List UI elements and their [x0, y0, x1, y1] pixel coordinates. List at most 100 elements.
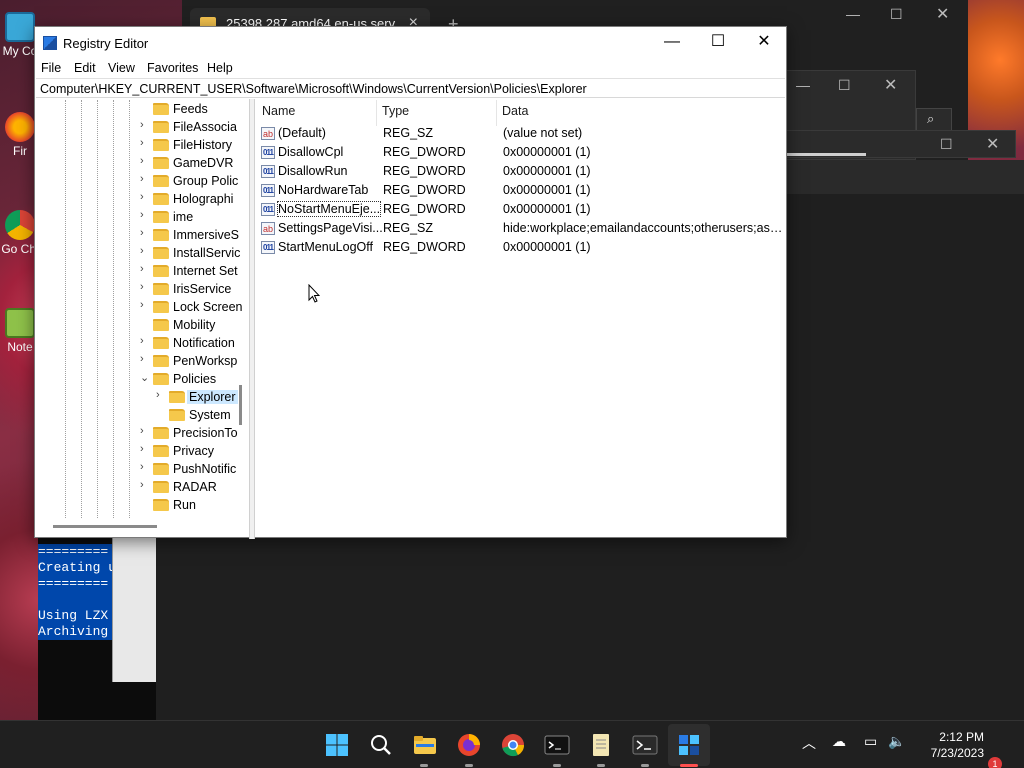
chevron-right-icon[interactable]: › [140, 227, 150, 239]
values-list[interactable]: Name Type Data ab (Default) REG_SZ (value n… [256, 100, 786, 537]
file-explorer-icon[interactable] [412, 732, 438, 758]
registry-editor-icon [43, 36, 57, 50]
folder-icon [153, 301, 169, 313]
menu-view[interactable]: View [108, 61, 135, 75]
chevron-right-icon[interactable]: › [140, 155, 150, 167]
maximize-icon[interactable]: ☐ [940, 136, 953, 153]
clock[interactable]: 2:12 PM 7/23/2023 [912, 729, 984, 761]
start-icon[interactable] [324, 732, 350, 758]
value-row[interactable]: 011 DisallowCpl REG_DWORD 0x00000001 (1) [256, 143, 786, 162]
window-title: Registry Editor [63, 36, 149, 51]
chevron-right-icon[interactable]: › [140, 119, 150, 131]
minimize-icon[interactable]: — [846, 6, 860, 22]
chevron-right-icon[interactable]: › [140, 173, 150, 185]
tree-item-label: ime [173, 210, 194, 224]
chevron-right-icon[interactable]: › [140, 443, 150, 455]
maximize-button[interactable]: ☐ [695, 27, 741, 57]
folder-icon [153, 427, 169, 439]
value-row[interactable]: 011 NoHardwareTab REG_DWORD 0x00000001 (1) [256, 181, 786, 200]
network-icon[interactable]: ▭ [864, 733, 877, 750]
chevron-right-icon[interactable]: › [140, 263, 150, 275]
chevron-right-icon[interactable]: › [140, 281, 150, 293]
pane-splitter[interactable] [249, 99, 255, 539]
firefox-icon [5, 112, 35, 142]
column-header-data[interactable]: Data [502, 104, 528, 118]
close-icon[interactable]: ✕ [986, 134, 999, 154]
folder-icon [153, 445, 169, 457]
chevron-right-icon[interactable]: › [140, 479, 150, 491]
address-bar[interactable]: Computer\HKEY_CURRENT_USER\Software\Micr… [36, 78, 785, 98]
column-separator[interactable] [496, 100, 497, 126]
chevron-right-icon[interactable]: › [140, 191, 150, 203]
column-separator[interactable] [376, 100, 377, 126]
tree-item-label: PrecisionTo [173, 426, 238, 440]
value-row[interactable]: 011 StartMenuLogOff REG_DWORD 0x00000001 (1… [256, 238, 786, 257]
menu-bar: File Edit View Favorites Help [35, 59, 786, 77]
search-box[interactable]: ⌕ [916, 108, 952, 132]
registry-tree[interactable]: Feeds › FileAssocia › FileHistory › GameDVR › Gr… [36, 100, 249, 537]
menu-file[interactable]: File [41, 61, 61, 75]
chrome-icon[interactable] [500, 732, 526, 758]
maximize-icon[interactable]: ☐ [890, 6, 903, 23]
menu-favorites[interactable]: Favorites [147, 61, 198, 75]
chevron-right-icon[interactable]: › [156, 389, 166, 401]
chevron-down-icon[interactable]: ⌄ [140, 371, 150, 384]
column-header-name[interactable]: Name [262, 104, 295, 118]
value-name: NoStartMenuEje... [276, 201, 382, 217]
close-button[interactable]: ✕ [741, 27, 787, 57]
tree-vertical-scrollbar[interactable] [239, 385, 242, 425]
maximize-icon[interactable]: ☐ [838, 77, 851, 94]
chevron-right-icon[interactable]: › [140, 245, 150, 257]
folder-icon [153, 319, 169, 331]
close-icon[interactable]: ✕ [884, 75, 897, 95]
search-icon[interactable] [368, 732, 394, 758]
menu-edit[interactable]: Edit [74, 61, 96, 75]
tree-horizontal-scrollbar[interactable] [53, 525, 157, 528]
value-row[interactable]: ab SettingsPageVisi... REG_SZ hide:workplac… [256, 219, 786, 238]
chevron-up-icon[interactable]: ︿ [802, 733, 816, 753]
minimize-icon[interactable]: — [796, 77, 810, 93]
reg-string-icon: ab [261, 127, 275, 140]
reg-string-icon: ab [261, 222, 275, 235]
running-indicator [597, 764, 605, 767]
running-indicator [420, 764, 428, 767]
chevron-right-icon[interactable]: › [140, 353, 150, 365]
menu-help[interactable]: Help [207, 61, 233, 75]
tree-item-label: Notification [173, 336, 235, 350]
notepad-icon[interactable] [588, 732, 614, 758]
close-icon[interactable]: ✕ [936, 4, 949, 24]
title-bar[interactable]: Registry Editor — ☐ ✕ [35, 27, 786, 59]
running-indicator [553, 764, 561, 767]
chevron-right-icon[interactable]: › [140, 209, 150, 221]
folder-icon [153, 229, 169, 241]
folder-icon [153, 337, 169, 349]
minimize-button[interactable]: — [649, 27, 695, 57]
chevron-right-icon[interactable]: › [140, 461, 150, 473]
tree-item-label: Run [173, 498, 196, 512]
firefox-icon[interactable] [456, 732, 482, 758]
value-name: NoHardwareTab [278, 183, 369, 197]
value-row[interactable]: 011 NoStartMenuEje... REG_DWORD 0x00000001 … [256, 200, 786, 219]
value-row[interactable]: ab (Default) REG_SZ (value not set) [256, 124, 786, 143]
tree-item-label: Internet Set [173, 264, 238, 278]
value-data: 0x00000001 (1) [503, 240, 591, 254]
chevron-right-icon[interactable]: › [140, 425, 150, 437]
column-header-type[interactable]: Type [382, 104, 409, 118]
value-row[interactable]: 011 DisallowRun REG_DWORD 0x00000001 (1) [256, 162, 786, 181]
chevron-right-icon[interactable]: › [140, 299, 150, 311]
chevron-right-icon[interactable]: › [140, 335, 150, 347]
terminal-output: ========= Creating u ========= Using LZX… [38, 544, 112, 640]
chevron-right-icon[interactable]: › [140, 137, 150, 149]
notification-badge[interactable]: 1 [988, 757, 1002, 768]
reg-dword-icon: 011 [261, 203, 275, 216]
powershell-icon[interactable] [632, 732, 658, 758]
terminal-icon[interactable] [544, 732, 570, 758]
clock-time: 2:12 PM [939, 730, 984, 744]
cloud-icon[interactable]: ☁ [832, 733, 846, 750]
value-type: REG_DWORD [383, 240, 466, 254]
tree-guide-line [65, 100, 66, 518]
registry-editor-icon[interactable] [676, 732, 702, 758]
volume-icon[interactable]: 🔈 [888, 733, 905, 750]
desktop-icon-label: Fir [13, 144, 27, 158]
chrome-icon [5, 210, 35, 240]
